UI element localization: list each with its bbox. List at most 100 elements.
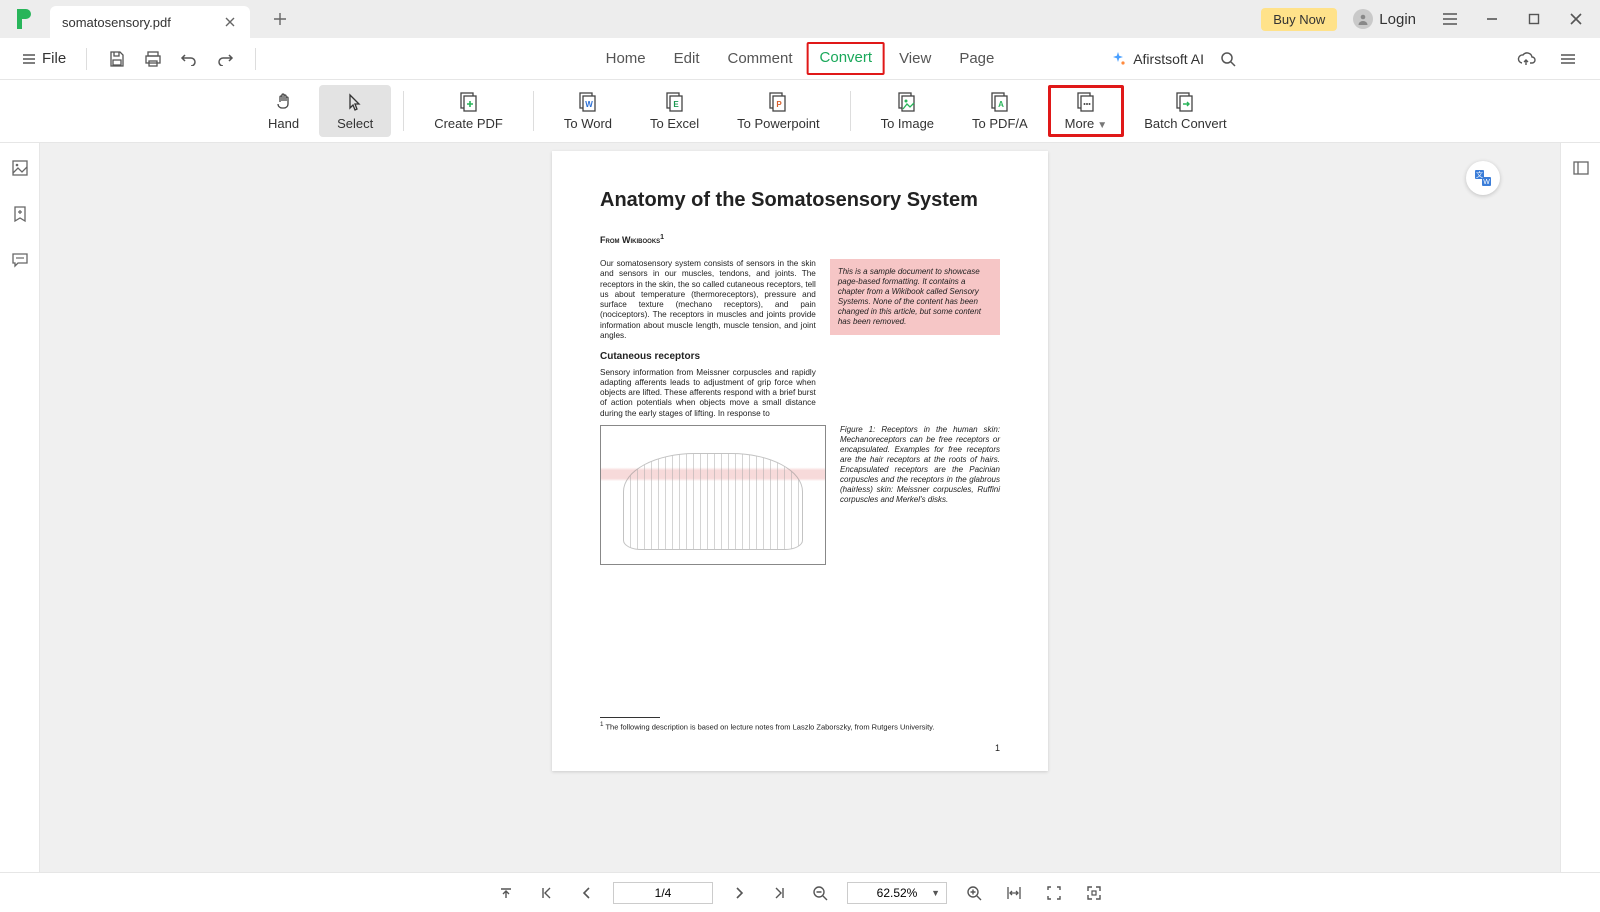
menubar: File Home Edit Comment Convert View Page… <box>0 38 1600 80</box>
tool-to-pdfa[interactable]: A To PDF/A <box>954 85 1046 137</box>
to-word-icon: W <box>576 91 600 113</box>
right-sidebar <box>1560 143 1600 872</box>
tool-label: Select <box>337 116 373 131</box>
tool-label: To Image <box>881 116 934 131</box>
bottombar: 62.52% ▼ <box>0 872 1600 912</box>
hamburger-icon <box>22 53 36 65</box>
divider <box>533 91 534 131</box>
undo-button[interactable] <box>175 45 203 73</box>
svg-text:P: P <box>777 100 783 109</box>
minimize-window-button[interactable] <box>1474 4 1510 34</box>
doc-para2: Sensory information from Meissner corpus… <box>600 368 816 419</box>
pdf-page: Anatomy of the Somatosensory System From… <box>552 151 1048 771</box>
tab-comment[interactable]: Comment <box>714 42 807 75</box>
redo-button[interactable] <box>211 45 239 73</box>
tool-hand[interactable]: Hand <box>250 85 317 137</box>
divider <box>403 91 404 131</box>
tab-view[interactable]: View <box>885 42 945 75</box>
panel-toggle-icon[interactable] <box>1570 157 1592 179</box>
file-menu-button[interactable]: File <box>14 46 74 71</box>
main-area: 文W Anatomy of the Somatosensory System F… <box>0 143 1600 872</box>
tab-convert[interactable]: Convert <box>807 42 886 75</box>
ai-label[interactable]: Afirstsoft AI <box>1133 51 1204 67</box>
document-canvas[interactable]: 文W Anatomy of the Somatosensory System F… <box>40 143 1560 872</box>
scroll-top-button[interactable] <box>493 880 519 906</box>
tool-to-powerpoint[interactable]: P To Powerpoint <box>719 85 837 137</box>
prev-page-button[interactable] <box>573 880 599 906</box>
tool-label: To Excel <box>650 116 699 131</box>
tool-batch-convert[interactable]: Batch Convert <box>1126 85 1244 137</box>
print-button[interactable] <box>139 45 167 73</box>
more-icon <box>1074 91 1098 113</box>
tab-home[interactable]: Home <box>592 42 660 75</box>
menu-tabs: Home Edit Comment Convert View Page <box>592 42 1009 75</box>
doc-title: Anatomy of the Somatosensory System <box>600 189 1000 212</box>
ribbon: Hand Select Create PDF W To Word E To Ex… <box>0 80 1600 143</box>
doc-sidebox: This is a sample document to showcase pa… <box>830 259 1000 335</box>
zoom-select[interactable]: 62.52% ▼ <box>847 882 947 904</box>
zoom-value: 62.52% <box>877 886 918 900</box>
batch-convert-icon <box>1173 91 1197 113</box>
document-tab[interactable]: somatosensory.pdf <box>50 6 250 38</box>
tool-label: More▼ <box>1065 116 1108 131</box>
zoom-out-button[interactable] <box>807 880 833 906</box>
first-page-button[interactable] <box>533 880 559 906</box>
tool-more[interactable]: More▼ <box>1048 85 1125 137</box>
hamburger-menu-button[interactable] <box>1432 4 1468 34</box>
tool-label: Hand <box>268 116 299 131</box>
file-label: File <box>42 50 66 67</box>
tool-to-word[interactable]: W To Word <box>546 85 630 137</box>
divider <box>850 91 851 131</box>
tab-page[interactable]: Page <box>945 42 1008 75</box>
chevron-down-icon: ▼ <box>1097 120 1107 131</box>
cursor-icon <box>343 91 367 113</box>
save-button[interactable] <box>103 45 131 73</box>
tool-label: Batch Convert <box>1144 116 1226 131</box>
left-sidebar <box>0 143 40 872</box>
last-page-button[interactable] <box>767 880 793 906</box>
add-tab-button[interactable] <box>268 7 292 31</box>
comments-icon[interactable] <box>9 249 31 271</box>
more-lines-button[interactable] <box>1554 45 1582 73</box>
translate-badge[interactable]: 文W <box>1466 161 1500 195</box>
cloud-upload-button[interactable] <box>1512 45 1540 73</box>
maximize-window-button[interactable] <box>1516 4 1552 34</box>
search-button[interactable] <box>1214 45 1242 73</box>
zoom-in-button[interactable] <box>961 880 987 906</box>
doc-footnote: 1 The following description is based on … <box>600 717 1000 732</box>
tool-select[interactable]: Select <box>319 85 391 137</box>
fit-page-button[interactable] <box>1041 880 1067 906</box>
doc-figure <box>600 425 826 565</box>
fit-width-button[interactable] <box>1001 880 1027 906</box>
tab-label: somatosensory.pdf <box>62 15 171 30</box>
to-powerpoint-icon: P <box>766 91 790 113</box>
next-page-button[interactable] <box>727 880 753 906</box>
create-pdf-icon <box>457 91 481 113</box>
tool-to-image[interactable]: To Image <box>863 85 952 137</box>
tool-to-excel[interactable]: E To Excel <box>632 85 717 137</box>
doc-para1: Our somatosensory system consists of sen… <box>600 259 816 341</box>
fullscreen-button[interactable] <box>1081 880 1107 906</box>
svg-text:E: E <box>673 100 679 109</box>
login-button[interactable]: Login <box>1343 9 1426 29</box>
page-indicator-input[interactable] <box>613 882 713 904</box>
tab-edit[interactable]: Edit <box>660 42 714 75</box>
hand-icon <box>272 91 296 113</box>
doc-source: From Wikibooks1 <box>600 234 1000 245</box>
svg-text:W: W <box>1483 179 1490 186</box>
login-label: Login <box>1379 11 1416 28</box>
thumbnails-icon[interactable] <box>9 157 31 179</box>
close-window-button[interactable] <box>1558 4 1594 34</box>
app-logo <box>12 7 36 31</box>
doc-subhead: Cutaneous receptors <box>600 351 816 364</box>
divider <box>255 48 256 70</box>
bookmarks-icon[interactable] <box>9 203 31 225</box>
to-pdfa-icon: A <box>988 91 1012 113</box>
close-tab-icon[interactable] <box>222 14 238 30</box>
sparkle-icon <box>1109 50 1127 68</box>
doc-pagenum: 1 <box>995 743 1000 753</box>
tool-create-pdf[interactable]: Create PDF <box>416 85 521 137</box>
svg-text:A: A <box>998 100 1004 109</box>
to-excel-icon: E <box>663 91 687 113</box>
buy-now-button[interactable]: Buy Now <box>1261 8 1337 31</box>
